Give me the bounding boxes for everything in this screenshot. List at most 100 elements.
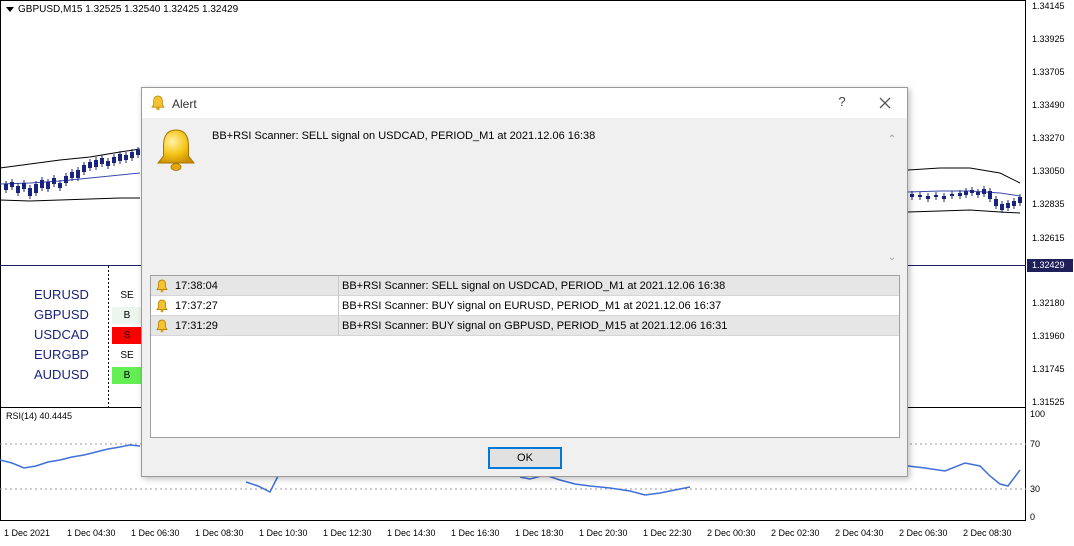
time-tick-label: 2 Dec 06:30 <box>899 528 948 538</box>
candle-body <box>52 178 56 184</box>
scanner-signal-cell: SE <box>112 287 142 304</box>
candle-body <box>964 191 968 195</box>
rsi-line <box>245 475 279 494</box>
close-button[interactable] <box>872 92 898 114</box>
candle-body <box>106 161 110 166</box>
alert-time: 17:31:29 <box>175 320 218 332</box>
candle-body <box>118 154 122 161</box>
time-axis[interactable]: 1 Dec 2021 1 Dec 04:30 1 Dec 06:30 1 Dec 08… <box>0 522 1026 546</box>
price-tick-label: 1.33925 <box>1032 34 1065 44</box>
alert-row-message: BB+RSI Scanner: BUY signal on EURUSD, PE… <box>342 300 722 312</box>
candle-body <box>934 195 938 197</box>
alert-row[interactable]: 17:37:27 BB+RSI Scanner: BUY signal on E… <box>151 296 899 316</box>
candle-body <box>1000 204 1004 210</box>
dialog-titlebar[interactable]: Alert ? <box>142 88 907 118</box>
time-tick-label: 1 Dec 04:30 <box>67 528 116 538</box>
scroll-down-icon[interactable]: ⌄ <box>886 252 898 264</box>
candle-body <box>1018 197 1022 203</box>
scanner-symbol: AUDUSD <box>34 367 89 382</box>
candle-body <box>100 158 104 164</box>
price-tick-label: 1.32615 <box>1032 233 1065 243</box>
price-tick-label: 1.31745 <box>1032 364 1065 374</box>
scroll-up-icon[interactable]: ⌃ <box>886 134 898 146</box>
time-tick-label: 2 Dec 02:30 <box>771 528 820 538</box>
lower-band <box>0 197 140 202</box>
close-icon <box>879 97 891 109</box>
dialog-title: Alert <box>172 97 197 111</box>
alert-time: 17:37:27 <box>175 300 218 312</box>
alert-dialog[interactable]: Alert ? BB+RSI Scanner: SELL signal on U… <box>141 87 908 477</box>
alert-message: BB+RSI Scanner: SELL signal on USDCAD, P… <box>212 130 596 142</box>
price-tick-label: 1.33050 <box>1032 166 1065 176</box>
price-tick-label: 1.31525 <box>1032 397 1065 407</box>
bell-icon <box>156 129 196 171</box>
alert-time: 17:38:04 <box>175 280 218 292</box>
symbol-header: GBPUSD,M15 1.32525 1.32540 1.32425 1.324… <box>6 4 238 15</box>
scanner-symbol: EURUSD <box>34 287 89 302</box>
scanner-row-gbpusd[interactable]: GBPUSD B <box>12 306 142 324</box>
candle-body <box>94 160 98 167</box>
candle-body <box>34 184 38 193</box>
candle-body <box>70 172 74 178</box>
rsi-line <box>907 462 1021 487</box>
candle-body <box>64 176 68 183</box>
candle-body <box>10 182 14 187</box>
scanner-symbol: USDCAD <box>34 327 89 342</box>
time-tick-label: 2 Dec 00:30 <box>707 528 756 538</box>
alert-row[interactable]: 17:31:29 BB+RSI Scanner: BUY signal on G… <box>151 316 899 336</box>
rsi-indicator-label: RSI(14) 40.4445 <box>6 411 73 421</box>
scanner-symbol: EURGBP <box>34 347 89 362</box>
candle-body <box>1006 203 1010 208</box>
scanner-row-audusd[interactable]: AUDUSD B <box>12 366 142 384</box>
price-tick-label: 1.32835 <box>1032 199 1065 209</box>
column-separator <box>338 296 339 316</box>
help-button[interactable]: ? <box>832 94 852 112</box>
candle-body <box>130 152 134 158</box>
time-tick-label: 1 Dec 06:30 <box>131 528 180 538</box>
alert-row-message: BB+RSI Scanner: SELL signal on USDCAD, P… <box>342 280 726 292</box>
candle-body <box>942 196 946 199</box>
time-tick-label: 1 Dec 16:30 <box>451 528 500 538</box>
rsi-level-0: 0 <box>1030 512 1036 522</box>
candle-body <box>910 194 914 197</box>
scanner-row-eurusd[interactable]: EURUSD SE <box>12 286 142 304</box>
alert-list[interactable]: 17:38:04 BB+RSI Scanner: SELL signal on … <box>150 275 900 438</box>
candle-body <box>1012 201 1016 206</box>
candle-body <box>926 196 930 199</box>
rsi-level-100: 100 <box>1030 409 1046 419</box>
rsi-line <box>0 444 141 469</box>
symbol-header-text: GBPUSD,M15 1.32525 1.32540 1.32425 1.324… <box>18 4 239 15</box>
scanner-row-eurgbp[interactable]: EURGBP SE <box>12 346 142 364</box>
message-scrollbar[interactable]: ⌃ ⌄ <box>886 134 898 266</box>
rsi-level-70: 70 <box>1030 439 1041 449</box>
rsi-line <box>519 474 691 496</box>
candle-body <box>970 190 974 193</box>
time-tick-label: 1 Dec 10:30 <box>259 528 308 538</box>
candle-body <box>58 183 62 188</box>
candle-body <box>950 194 954 196</box>
time-tick-label: 2 Dec 08:30 <box>963 528 1012 538</box>
scanner-signal-cell: B <box>112 367 142 384</box>
upper-band <box>907 167 1021 184</box>
candle-body <box>136 150 140 155</box>
price-tick-label: 1.33705 <box>1032 67 1065 77</box>
candle-body <box>76 170 80 178</box>
bell-icon <box>156 299 168 313</box>
bell-icon <box>151 95 165 111</box>
scanner-panel: EURUSD SE GBPUSD B USDCAD S EURGBP SE AU… <box>12 266 142 406</box>
alert-row[interactable]: 17:38:04 BB+RSI Scanner: SELL signal on … <box>151 276 899 296</box>
candle-body <box>124 155 128 160</box>
price-tick-label: 1.31960 <box>1032 331 1065 341</box>
price-tick-label: 1.33270 <box>1032 133 1065 143</box>
ok-button[interactable]: OK <box>488 447 562 469</box>
chevron-down-icon[interactable] <box>6 6 14 12</box>
scanner-signal-cell: SE <box>112 347 142 364</box>
time-tick-label: 1 Dec 14:30 <box>387 528 436 538</box>
candle-body <box>82 165 86 172</box>
column-separator <box>338 316 339 336</box>
scanner-row-usdcad[interactable]: USDCAD S <box>12 326 142 344</box>
scanner-signal-cell: S <box>112 327 142 344</box>
time-tick-label: 1 Dec 12:30 <box>323 528 372 538</box>
bell-icon <box>156 319 168 333</box>
candle-body <box>88 162 92 168</box>
